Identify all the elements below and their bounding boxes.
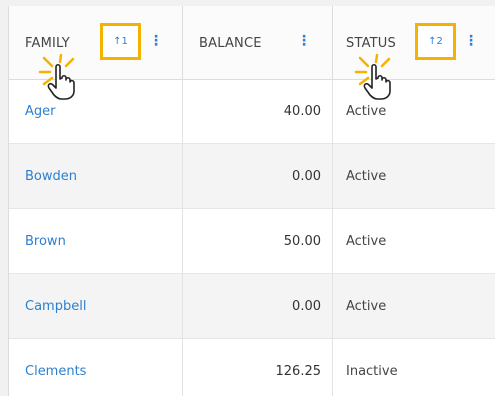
status-cell: Inactive — [346, 364, 398, 379]
family-link[interactable]: Ager — [9, 79, 183, 144]
family-link[interactable]: Clements — [9, 339, 183, 396]
status-cell: Active — [346, 169, 387, 184]
sort-indicator-status[interactable]: ↑2 — [415, 23, 456, 60]
column-menu-icon-status[interactable]: ⋮ — [464, 33, 478, 49]
balance-cell: 40.00 — [183, 79, 333, 144]
table-row[interactable]: Brown 50.00 Active — [9, 209, 495, 274]
status-cell: Active — [346, 299, 387, 314]
balance-cell: 50.00 — [183, 209, 333, 274]
column-header-balance[interactable]: BALANCE ⋮ — [183, 6, 333, 79]
pointer-hand-icon — [38, 54, 75, 100]
table-row[interactable]: Ager 40.00 Active — [9, 79, 495, 144]
balance-cell: 0.00 — [183, 274, 333, 339]
family-grid: FAMILY ↑1 ⋮ BALANCE ⋮ STATUS ↑2 ⋮ Ager 4… — [8, 6, 495, 396]
status-cell: Active — [346, 234, 387, 249]
table-row[interactable]: Clements 126.25 Inactive — [9, 339, 495, 396]
sort-indicator-family[interactable]: ↑1 — [100, 23, 141, 60]
column-menu-icon-family[interactable]: ⋮ — [149, 33, 163, 49]
grid-header: FAMILY ↑1 ⋮ BALANCE ⋮ STATUS ↑2 ⋮ — [9, 6, 495, 80]
balance-cell: 0.00 — [183, 144, 333, 209]
column-menu-icon-balance[interactable]: ⋮ — [297, 33, 311, 49]
balance-cell: 126.25 — [183, 339, 333, 396]
column-label-family: FAMILY — [25, 36, 70, 51]
family-link[interactable]: Campbell — [9, 274, 183, 339]
family-link[interactable]: Bowden — [9, 144, 183, 209]
pointer-hand-icon — [354, 54, 391, 100]
column-label-balance: BALANCE — [199, 36, 262, 51]
column-label-status: STATUS — [346, 36, 396, 51]
column-header-family[interactable]: FAMILY ↑1 ⋮ — [9, 6, 183, 79]
table-row[interactable]: Bowden 0.00 Active — [9, 144, 495, 209]
family-link[interactable]: Brown — [9, 209, 183, 274]
table-row[interactable]: Campbell 0.00 Active — [9, 274, 495, 339]
